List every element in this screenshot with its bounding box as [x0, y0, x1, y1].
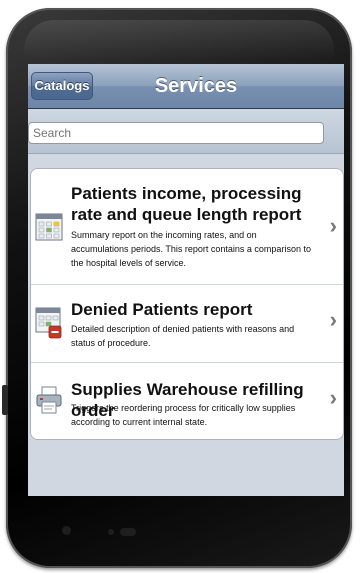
camera-dot [62, 526, 71, 535]
speaker-slot [120, 528, 136, 536]
app-screen: Services Catalogs Patients i [28, 64, 344, 496]
service-row-denied-patients-report[interactable]: Denied Patients report Detailed descript… [31, 285, 343, 363]
service-row-patients-income-report[interactable]: Patients income, processing rate and que… [31, 169, 343, 285]
search-input[interactable] [28, 122, 324, 144]
bezel-highlight [24, 20, 334, 60]
navigation-bar: Services Catalogs [28, 64, 344, 109]
printer-icon [35, 385, 63, 420]
service-description: Summary report on the incoming rates, an… [71, 230, 311, 268]
sensor-dot [108, 529, 114, 535]
calendar-report-icon [35, 213, 63, 246]
services-list: Patients income, processing rate and que… [30, 168, 344, 440]
search-bar [28, 109, 344, 154]
catalogs-back-button[interactable]: Catalogs [31, 72, 93, 100]
calendar-denied-icon [35, 307, 63, 344]
phone-side-button [2, 385, 8, 415]
service-row-supplies-refilling-order[interactable]: Supplies Warehouse refilling order Trigg… [31, 363, 343, 439]
chevron-right-icon: › [329, 307, 337, 332]
service-description: Detailed description of denied patients … [71, 324, 295, 348]
service-description: Triggers the reordering process for crit… [71, 403, 296, 427]
chevron-right-icon: › [329, 213, 337, 238]
chevron-right-icon: › [329, 385, 337, 410]
service-title: Denied Patients report [71, 300, 253, 319]
service-title: Patients income, processing rate and que… [71, 184, 302, 224]
